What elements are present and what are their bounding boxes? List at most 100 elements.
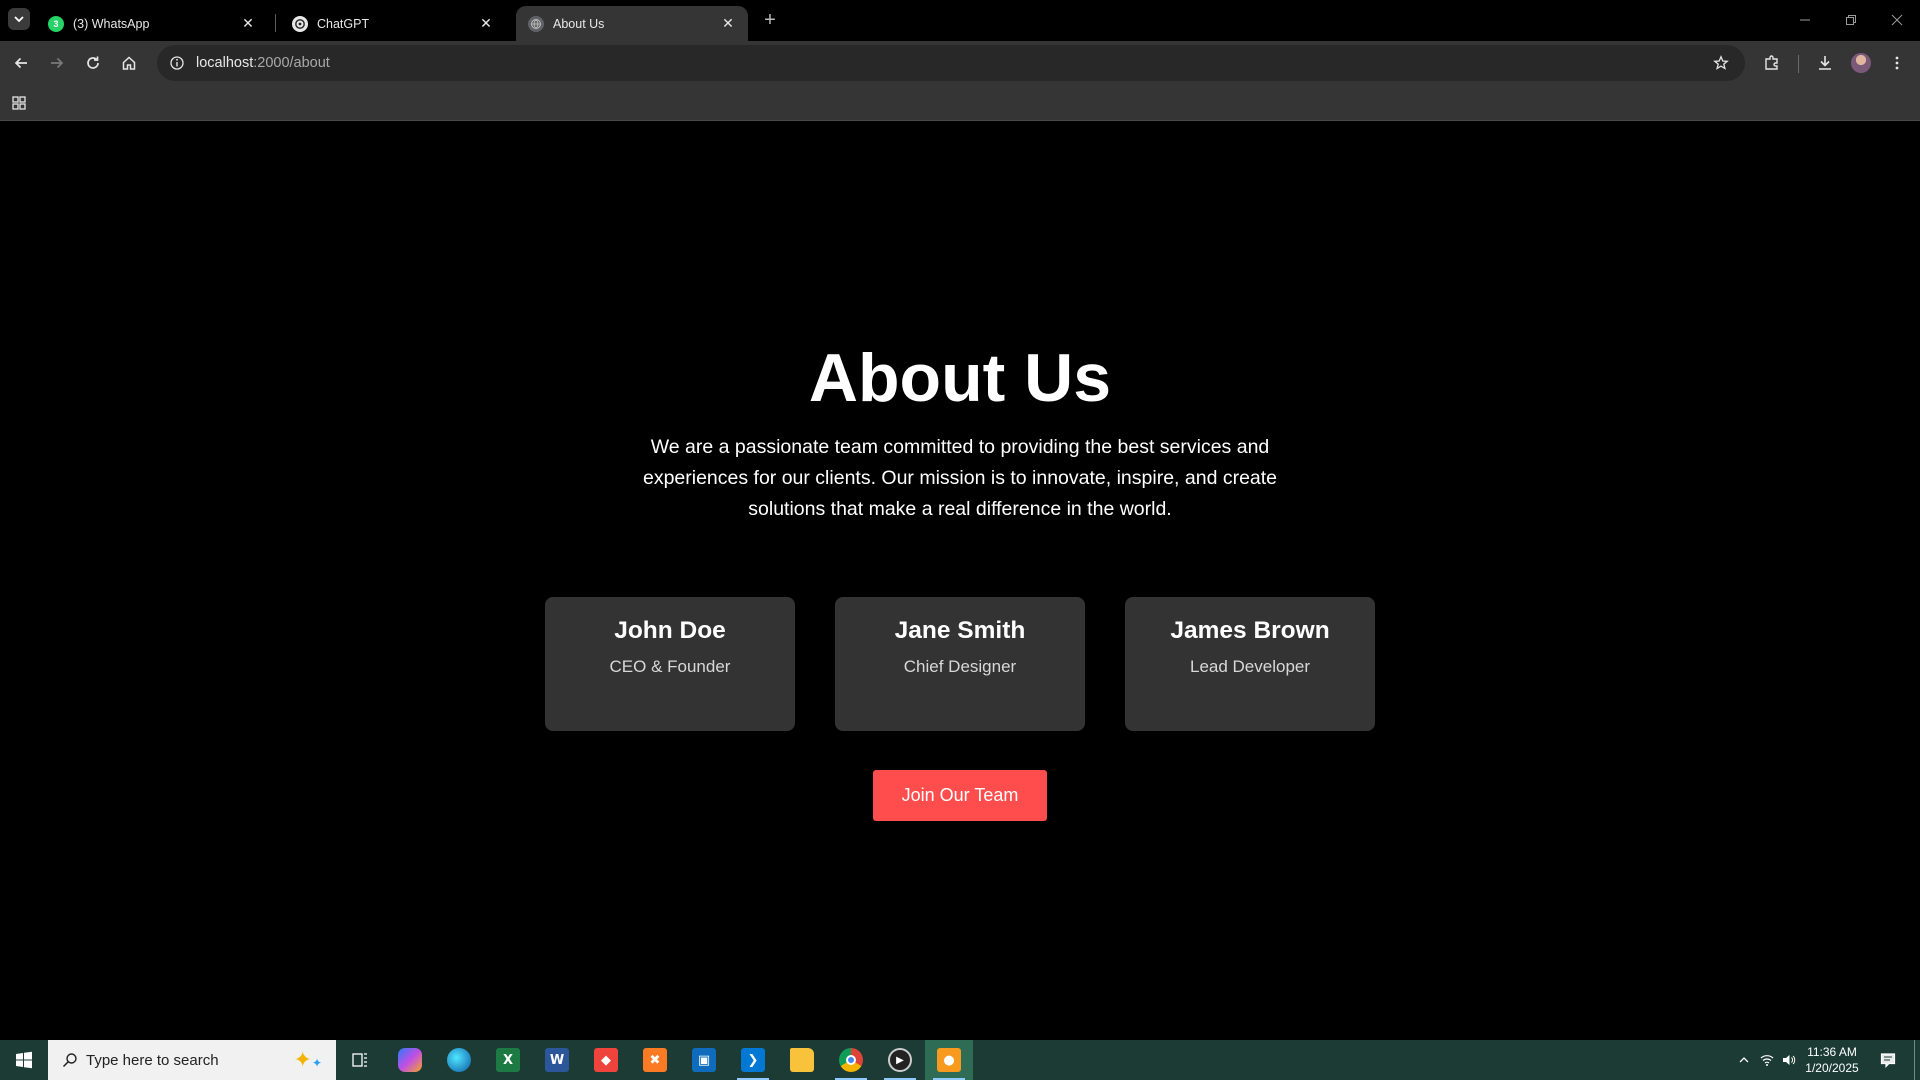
speaker-icon [1783, 1055, 1796, 1065]
forward-button[interactable] [43, 49, 71, 77]
puzzle-icon [1765, 55, 1778, 70]
download-icon [1819, 56, 1831, 70]
play-icon: ▶ [888, 1048, 912, 1072]
site-info-icon[interactable] [167, 53, 187, 73]
show-hidden-icons-button[interactable] [1732, 1040, 1756, 1080]
start-button[interactable] [0, 1040, 48, 1080]
url-path: :2000/about [253, 55, 330, 71]
task-view-button[interactable] [336, 1040, 384, 1080]
wifi-icon [1760, 1055, 1774, 1066]
clock[interactable]: 11:36 AM 1/20/2025 [1800, 1044, 1864, 1076]
minimize-icon [1800, 19, 1810, 21]
profile-button[interactable] [1847, 49, 1875, 77]
extensions-button[interactable] [1758, 49, 1786, 77]
team-card-john-doe: John Doe CEO & Founder [545, 597, 795, 731]
vscode-icon: ❯ [741, 1048, 765, 1072]
excel-button[interactable]: X [484, 1040, 532, 1080]
restore-icon [1846, 15, 1856, 25]
home-icon [122, 56, 136, 70]
notifications-button[interactable] [1870, 1040, 1906, 1080]
taskbar-search[interactable]: Type here to search ✦✦ [48, 1040, 336, 1080]
reload-icon [87, 56, 99, 69]
star-icon [1713, 55, 1729, 70]
downloads-button[interactable] [1811, 49, 1839, 77]
about-page: About Us We are a passionate team commit… [0, 121, 1920, 1040]
intro-line: We are a passionate team committed to pr… [650, 436, 1270, 458]
folder-icon [790, 1048, 814, 1072]
member-role: CEO & Founder [609, 657, 731, 676]
back-button[interactable] [7, 49, 35, 77]
url-text: localhost:2000/about [196, 55, 330, 71]
minimize-button[interactable] [1782, 0, 1828, 40]
store-button[interactable]: ▣ [680, 1040, 728, 1080]
copilot-icon [398, 1048, 422, 1072]
close-tab-icon[interactable]: ✕ [720, 15, 736, 32]
copilot-button[interactable] [386, 1040, 434, 1080]
search-icon [62, 1053, 77, 1068]
home-button[interactable] [115, 49, 143, 77]
edge-button[interactable] [435, 1040, 483, 1080]
whatsapp-icon: 3 [48, 15, 64, 32]
network-button[interactable] [1756, 1040, 1778, 1080]
team-card-jane-smith: Jane Smith Chief Designer [835, 597, 1085, 731]
tab-search-button[interactable] [8, 8, 30, 30]
tab-title: (3) WhatsApp [73, 16, 150, 31]
tab-strip: 3 (3) WhatsApp ✕ ChatGPT ✕ About Us ✕ + [0, 0, 1920, 41]
sparkle-icon: ✦✦ [293, 1047, 323, 1072]
excel-icon: X [496, 1048, 520, 1072]
new-tab-button[interactable]: + [758, 8, 782, 32]
media-player-button[interactable]: ▶ [876, 1040, 924, 1080]
apps-button[interactable] [9, 93, 29, 113]
tab-whatsapp[interactable]: 3 (3) WhatsApp ✕ [36, 6, 268, 41]
member-role: Chief Designer [903, 657, 1017, 676]
team-card-james-brown: James Brown Lead Developer [1125, 597, 1375, 731]
apps-grid-icon [12, 96, 26, 110]
bookmarks-bar [0, 85, 1920, 121]
join-our-team-button[interactable]: Join Our Team [873, 770, 1047, 821]
tab-chatgpt[interactable]: ChatGPT ✕ [280, 6, 506, 41]
active-app-button[interactable]: ● [925, 1040, 973, 1080]
xampp-icon: ✖ [643, 1048, 667, 1072]
member-name: John Doe [614, 617, 726, 644]
globe-icon [528, 15, 544, 32]
taskbar: Type here to search ✦✦ X W ◆ ✖ ▣ ❯ ▶ ● 1… [0, 1040, 1920, 1080]
task-view-icon [352, 1053, 367, 1067]
xampp-button[interactable]: ✖ [631, 1040, 679, 1080]
close-tab-icon[interactable]: ✕ [240, 15, 256, 32]
show-desktop-button[interactable] [1914, 1040, 1915, 1080]
vscode-button[interactable]: ❯ [729, 1040, 777, 1080]
restore-button[interactable] [1828, 0, 1874, 40]
store-icon: ▣ [692, 1048, 716, 1072]
chatgpt-icon [292, 15, 308, 32]
bookmark-star-button[interactable] [1707, 49, 1735, 77]
search-placeholder: Type here to search [86, 1051, 219, 1069]
app-icon: ● [937, 1048, 961, 1072]
close-icon [1891, 14, 1903, 26]
file-explorer-button[interactable] [778, 1040, 826, 1080]
url-host: localhost [196, 55, 254, 71]
menu-button[interactable] [1883, 49, 1911, 77]
reload-button[interactable] [79, 49, 107, 77]
avatar [1851, 53, 1871, 73]
windows-icon [16, 1051, 32, 1069]
member-name: James Brown [1170, 617, 1330, 644]
word-icon: W [545, 1048, 569, 1072]
member-name: Jane Smith [894, 617, 1026, 644]
member-role: Lead Developer [1189, 657, 1311, 676]
chrome-icon [839, 1048, 863, 1072]
close-window-button[interactable] [1874, 0, 1920, 40]
volume-button[interactable] [1778, 1040, 1800, 1080]
close-tab-icon[interactable]: ✕ [478, 15, 494, 32]
tab-divider [275, 14, 276, 32]
browser-toolbar: localhost:2000/about [0, 41, 1920, 85]
word-button[interactable]: W [533, 1040, 581, 1080]
chevron-down-icon [14, 16, 24, 23]
tab-title: ChatGPT [317, 16, 370, 31]
arrow-right-icon [51, 57, 64, 69]
tab-title: About Us [553, 16, 605, 31]
anydesk-button[interactable]: ◆ [582, 1040, 630, 1080]
chrome-button[interactable] [827, 1040, 875, 1080]
tab-about-us[interactable]: About Us ✕ [516, 6, 748, 41]
address-bar[interactable]: localhost:2000/about [157, 45, 1745, 81]
toolbar-divider [1798, 55, 1799, 73]
